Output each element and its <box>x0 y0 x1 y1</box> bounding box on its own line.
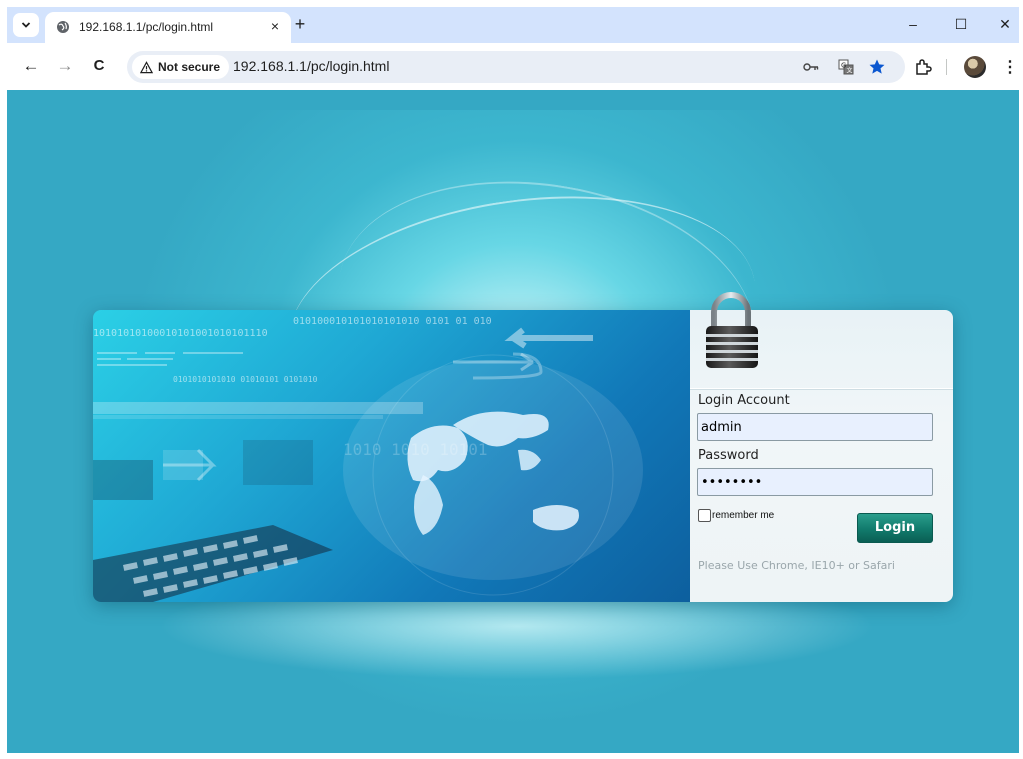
tab-search-button[interactable] <box>13 13 39 37</box>
warning-triangle-icon <box>140 60 153 73</box>
browser-toolbar: ← → C Not secure 192.168.1.1/pc/login.ht… <box>7 43 1019 90</box>
svg-text:文: 文 <box>847 67 853 75</box>
new-tab-button[interactable]: + <box>289 14 311 36</box>
security-chip[interactable]: Not secure <box>132 55 230 79</box>
chevron-down-icon <box>21 22 31 28</box>
account-label: Login Account <box>698 393 790 408</box>
browser-hint: Please Use Chrome, IE10+ or Safari <box>698 559 895 572</box>
maximize-button[interactable]: ☐ <box>946 13 976 35</box>
password-input[interactable] <box>697 468 933 496</box>
remember-me-label: remember me <box>712 510 775 521</box>
page-viewport: 010100010101010101010 0101 01 010 101010… <box>7 90 1019 753</box>
remember-me[interactable]: remember me <box>698 509 774 522</box>
bookmark-star-icon[interactable] <box>866 56 888 78</box>
login-button[interactable]: Login <box>857 513 933 543</box>
binary-text: 10101010100010101001010101110 <box>93 328 268 339</box>
address-bar[interactable]: Not secure 192.168.1.1/pc/login.html G文 <box>127 51 905 83</box>
profile-avatar[interactable] <box>964 56 986 78</box>
password-label: Password <box>698 448 759 463</box>
url-text[interactable]: 192.168.1.1/pc/login.html <box>233 58 389 74</box>
tab-close-icon[interactable]: × <box>271 18 279 34</box>
binary-text: 1010 1010 10101 <box>343 440 488 459</box>
tab-active[interactable]: 192.168.1.1/pc/login.html × <box>45 12 291 43</box>
close-window-button[interactable]: ✕ <box>990 13 1020 35</box>
security-label: Not secure <box>158 60 221 74</box>
back-button[interactable]: ← <box>19 55 43 79</box>
password-key-icon[interactable] <box>800 56 822 78</box>
forward-button[interactable]: → <box>53 55 77 79</box>
remember-me-checkbox[interactable] <box>698 509 711 522</box>
login-banner-art: 010100010101010101010 0101 01 010 101010… <box>93 310 690 602</box>
translate-icon[interactable]: G文 <box>835 56 857 78</box>
globe-icon <box>57 21 69 33</box>
floor-glow <box>157 590 877 680</box>
extensions-icon[interactable] <box>911 55 935 79</box>
account-input[interactable] <box>697 413 933 441</box>
panel-divider <box>690 388 953 389</box>
login-card: 010100010101010101010 0101 01 010 101010… <box>93 310 953 602</box>
binary-text: 0101010101010 01010101 0101010 <box>173 375 318 384</box>
reload-button[interactable]: C <box>87 55 111 79</box>
padlock-icon <box>706 292 758 368</box>
tab-title: 192.168.1.1/pc/login.html <box>79 20 214 34</box>
menu-button[interactable]: ⋮ <box>998 55 1022 79</box>
minimize-button[interactable]: – <box>898 13 928 35</box>
tab-strip: 192.168.1.1/pc/login.html × + – ☐ ✕ <box>7 7 1019 43</box>
toolbar-divider <box>946 59 947 75</box>
binary-text: 010100010101010101010 0101 01 010 <box>293 316 492 327</box>
